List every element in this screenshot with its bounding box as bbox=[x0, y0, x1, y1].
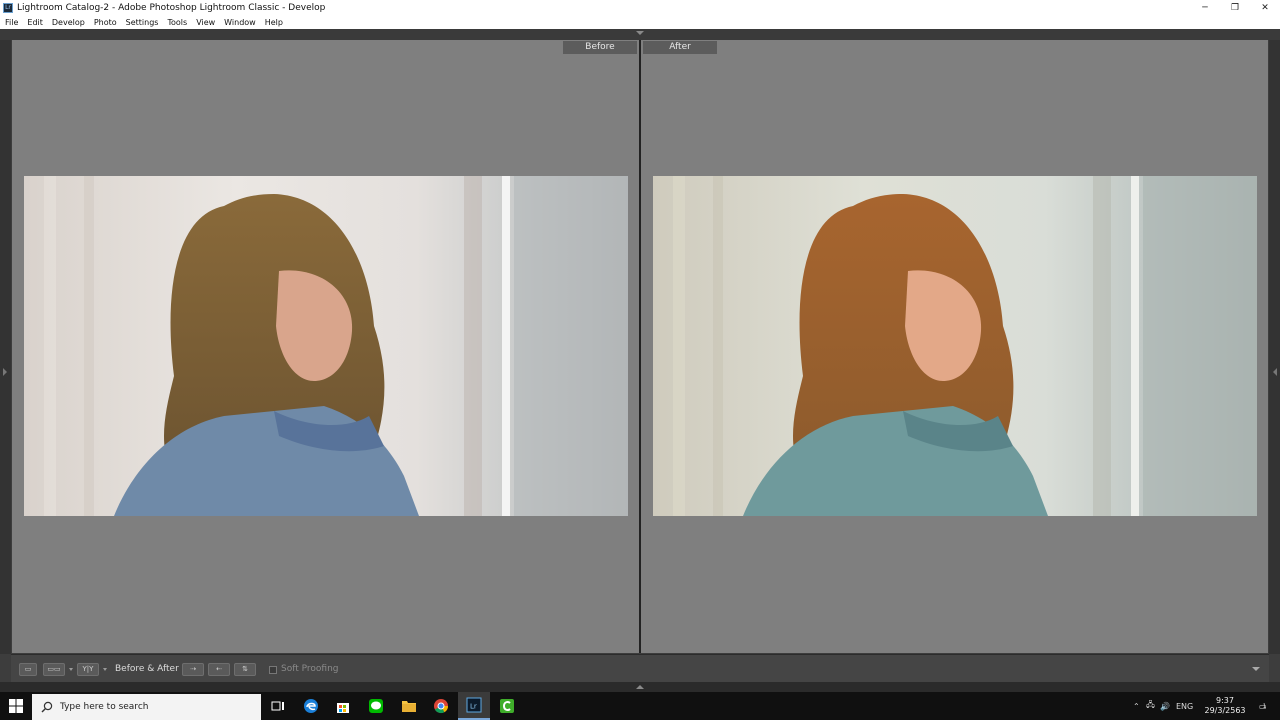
bottom-panel-toggle-strip[interactable] bbox=[0, 682, 1280, 692]
menu-photo[interactable]: Photo bbox=[89, 18, 121, 27]
svg-text:Lr: Lr bbox=[470, 703, 477, 711]
close-button[interactable]: ✕ bbox=[1250, 0, 1280, 15]
right-panel-toggle-strip[interactable] bbox=[1269, 40, 1280, 654]
minimize-button[interactable]: ─ bbox=[1190, 0, 1220, 15]
soft-proofing-checkbox[interactable] bbox=[269, 666, 277, 674]
title-bar: Lr Lightroom Catalog-2 - Adobe Photoshop… bbox=[0, 0, 1280, 15]
line-icon[interactable] bbox=[360, 692, 392, 720]
windows-taskbar: Type here to search Lr ⌃ 🖧 🔊 ENG 9:37 29… bbox=[0, 692, 1280, 720]
lightroom-icon[interactable]: Lr bbox=[458, 692, 490, 720]
before-after-left-right-icon[interactable]: Y|Y bbox=[77, 663, 99, 676]
copy-after-to-before-icon[interactable]: ⇠ bbox=[208, 663, 230, 676]
before-photo[interactable] bbox=[24, 176, 628, 516]
window-controls: ─ ❐ ✕ bbox=[1190, 0, 1280, 15]
window-title: Lightroom Catalog-2 - Adobe Photoshop Li… bbox=[17, 2, 326, 13]
left-panel-toggle-strip[interactable] bbox=[0, 40, 11, 654]
store-icon[interactable] bbox=[327, 692, 359, 720]
taskbar-search-box[interactable]: Type here to search bbox=[32, 694, 261, 720]
menu-develop[interactable]: Develop bbox=[47, 18, 89, 27]
toolbar-content-dropdown-icon[interactable] bbox=[1252, 667, 1260, 671]
restore-button[interactable]: ❐ bbox=[1220, 0, 1250, 15]
after-label: After bbox=[643, 41, 717, 54]
swap-icon[interactable]: ⇅ bbox=[234, 663, 256, 676]
soft-proofing-label: Soft Proofing bbox=[281, 664, 339, 674]
system-tray: ⌃ 🖧 🔊 ENG 9:37 29/3/2563 ▭ 1 bbox=[1130, 692, 1280, 720]
menu-file[interactable]: File bbox=[0, 18, 22, 27]
notification-count: 1 bbox=[1262, 702, 1267, 710]
copy-before-to-after-icon[interactable]: ⇢ bbox=[182, 663, 204, 676]
clock-time: 9:37 bbox=[1216, 696, 1234, 705]
after-photo[interactable] bbox=[653, 176, 1257, 516]
volume-icon[interactable]: 🔊 bbox=[1160, 692, 1170, 720]
expand-filmstrip-icon[interactable] bbox=[636, 685, 644, 689]
menu-window[interactable]: Window bbox=[219, 18, 260, 27]
taskbar-clock[interactable]: 9:37 29/3/2563 bbox=[1201, 696, 1249, 716]
menu-edit[interactable]: Edit bbox=[22, 18, 47, 27]
develop-workspace: Before After ▭ ▭▭ Y|Y Before & After: ⇢… bbox=[0, 29, 1280, 692]
edge-icon[interactable] bbox=[295, 692, 327, 720]
language-indicator[interactable]: ENG bbox=[1176, 692, 1193, 720]
loupe-view-icon[interactable]: ▭ bbox=[19, 663, 37, 676]
clock-date: 29/3/2563 bbox=[1204, 706, 1246, 715]
lightroom-app-icon: Lr bbox=[3, 2, 13, 13]
task-view-icon[interactable] bbox=[262, 692, 294, 720]
search-placeholder: Type here to search bbox=[60, 702, 149, 712]
start-button[interactable] bbox=[0, 692, 32, 720]
menu-settings[interactable]: Settings bbox=[121, 18, 163, 27]
expand-left-panel-icon[interactable] bbox=[3, 368, 7, 376]
collapse-top-panel-icon[interactable] bbox=[636, 31, 644, 35]
notification-center-icon[interactable]: ▭ 1 bbox=[1259, 692, 1267, 720]
after-pane[interactable]: After bbox=[641, 40, 1268, 653]
menu-help[interactable]: Help bbox=[260, 18, 287, 27]
menu-bar: File Edit Develop Photo Settings Tools V… bbox=[0, 15, 1280, 29]
compare-view-dropdown-icon[interactable] bbox=[69, 668, 73, 671]
show-hidden-icons-icon[interactable]: ⌃ bbox=[1133, 692, 1140, 720]
windows-logo-icon bbox=[9, 699, 23, 713]
before-after-label: Before & After : bbox=[115, 664, 185, 674]
chrome-icon[interactable] bbox=[425, 692, 457, 720]
before-pane[interactable]: Before bbox=[12, 40, 639, 653]
before-label: Before bbox=[563, 41, 637, 54]
menu-tools[interactable]: Tools bbox=[162, 18, 191, 27]
camtasia-icon[interactable] bbox=[491, 692, 523, 720]
compare-view-icon[interactable]: ▭▭ bbox=[43, 663, 65, 676]
search-icon bbox=[41, 701, 53, 713]
menu-view[interactable]: View bbox=[191, 18, 219, 27]
expand-right-panel-icon[interactable] bbox=[1273, 368, 1277, 376]
before-after-mode-dropdown-icon[interactable] bbox=[103, 668, 107, 671]
top-panel-toggle-strip[interactable] bbox=[0, 29, 1280, 40]
file-explorer-icon[interactable] bbox=[393, 692, 425, 720]
network-icon[interactable]: 🖧 bbox=[1146, 692, 1155, 720]
develop-toolbar: ▭ ▭▭ Y|Y Before & After : ⇢ ⇠ ⇅ Soft Pro… bbox=[11, 654, 1269, 682]
